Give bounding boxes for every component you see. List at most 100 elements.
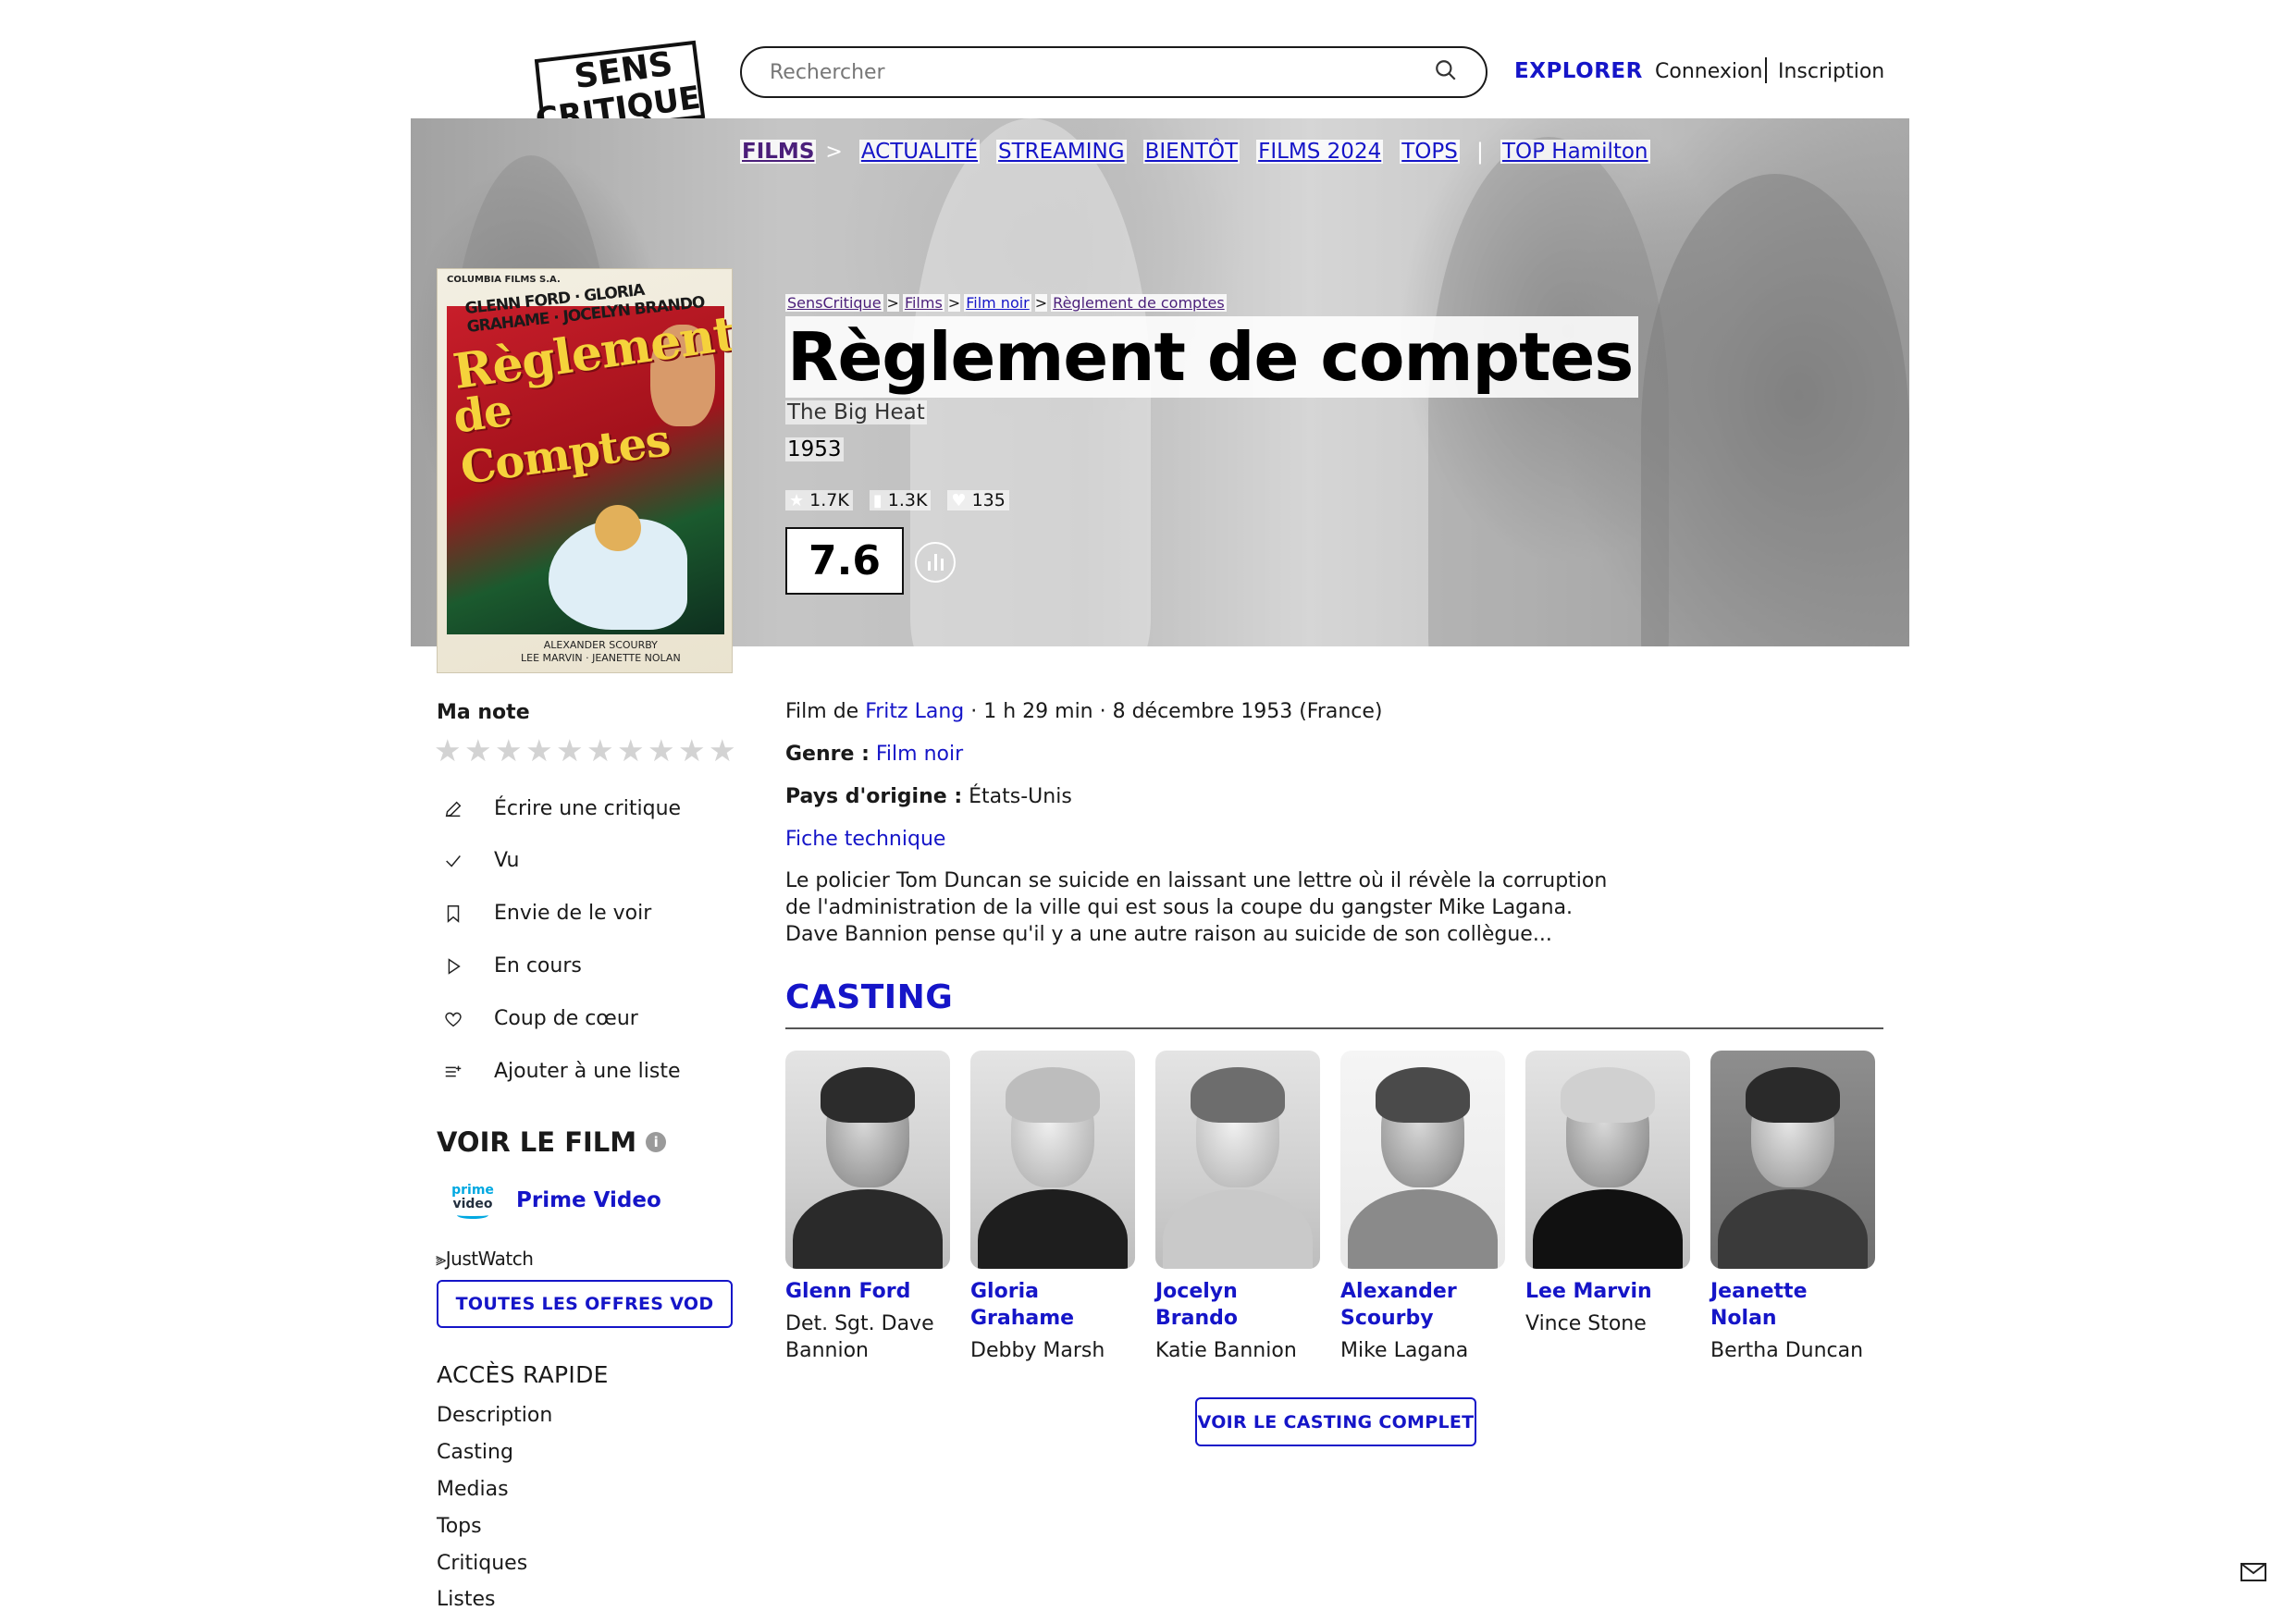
breadcrumb-current[interactable]: Règlement de comptes bbox=[1051, 294, 1227, 312]
quick-link-tops[interactable]: Tops bbox=[437, 1515, 482, 1538]
cast-card[interactable]: Lee Marvin Vince Stone bbox=[1525, 1051, 1692, 1337]
login-link[interactable]: Connexion bbox=[1655, 60, 1762, 83]
subnav-tops[interactable]: TOPS bbox=[1400, 140, 1460, 164]
cast-name[interactable]: Lee Marvin bbox=[1525, 1278, 1692, 1305]
sub-navigation: FILMS > ACTUALITÉ STREAMING BIENTÔT FILM… bbox=[740, 139, 1650, 165]
cast-name[interactable]: Alexander Scourby bbox=[1340, 1278, 1507, 1332]
wishlist-count: ▮ 1.3K bbox=[869, 490, 932, 510]
action-want-to-see[interactable]: Envie de le voir bbox=[442, 902, 651, 925]
quick-link-casting[interactable]: Casting bbox=[437, 1441, 513, 1464]
subnav-bientot[interactable]: BIENTÔT bbox=[1142, 140, 1241, 164]
justwatch-logo[interactable]: ⫸JustWatch bbox=[436, 1248, 534, 1270]
cast-photo[interactable] bbox=[1340, 1051, 1505, 1269]
breadcrumb-film-noir[interactable]: Film noir bbox=[964, 294, 1031, 312]
action-write-review[interactable]: Écrire une critique bbox=[442, 797, 681, 820]
director-link[interactable]: Fritz Lang bbox=[865, 700, 964, 723]
action-in-progress[interactable]: En cours bbox=[442, 954, 582, 977]
subnav-streaming[interactable]: STREAMING bbox=[996, 140, 1127, 164]
rating-star-icon[interactable]: ★ bbox=[648, 734, 675, 768]
star-icon: ★ bbox=[789, 490, 805, 510]
cast-name[interactable]: Jeanette Nolan bbox=[1710, 1278, 1877, 1332]
search-icon[interactable] bbox=[1434, 58, 1458, 86]
breadcrumb-separator: > bbox=[947, 294, 961, 312]
watch-section-title: VOIR LE FILM i bbox=[437, 1126, 667, 1158]
casting-title: CASTING bbox=[785, 978, 954, 1016]
search-bar[interactable] bbox=[740, 46, 1487, 98]
search-input[interactable] bbox=[770, 60, 1434, 84]
quick-link-listes[interactable]: Listes bbox=[437, 1588, 495, 1611]
cast-card[interactable]: Glenn Ford Det. Sgt. Dave Bannion bbox=[785, 1051, 952, 1364]
rating-stars[interactable]: ★ ★ ★ ★ ★ ★ ★ ★ ★ ★ bbox=[434, 734, 736, 768]
list-add-icon bbox=[442, 1061, 464, 1083]
quick-link-critiques[interactable]: Critiques bbox=[437, 1552, 527, 1575]
cast-photo[interactable] bbox=[970, 1051, 1135, 1269]
movie-poster[interactable]: COLUMBIA FILMS S.A. GLENN FORD · GLORIA … bbox=[437, 268, 733, 673]
subnav-top-hamilton[interactable]: TOP Hamilton bbox=[1500, 140, 1650, 164]
rating-star-icon[interactable]: ★ bbox=[464, 734, 492, 768]
action-add-to-list[interactable]: Ajouter à une liste bbox=[442, 1060, 681, 1083]
explore-link[interactable]: EXPLORER bbox=[1514, 59, 1643, 83]
cast-photo[interactable] bbox=[785, 1051, 950, 1269]
cast-name[interactable]: Jocelyn Brando bbox=[1155, 1278, 1322, 1332]
rating-star-icon[interactable]: ★ bbox=[556, 734, 584, 768]
cast-photo[interactable] bbox=[1710, 1051, 1875, 1269]
breadcrumb: SensCritique > Films > Film noir > Règle… bbox=[785, 294, 1227, 312]
film-credits-line: Film de Fritz Lang · 1 h 29 min · 8 déce… bbox=[785, 700, 1383, 723]
quick-link-medias[interactable]: Medias bbox=[437, 1478, 509, 1501]
subnav-actualite[interactable]: ACTUALITÉ bbox=[858, 140, 981, 164]
rating-star-icon[interactable]: ★ bbox=[678, 734, 706, 768]
bookmark-icon: ▮ bbox=[872, 490, 883, 510]
cast-card[interactable]: Jocelyn Brando Katie Bannion bbox=[1155, 1051, 1322, 1364]
poster-credits: ALEXANDER SCOURBY LEE MARVIN · JEANETTE … bbox=[521, 639, 681, 664]
rating-star-icon[interactable]: ★ bbox=[525, 734, 553, 768]
cast-role: Katie Bannion bbox=[1155, 1339, 1297, 1362]
page-title: Règlement de comptes bbox=[787, 318, 1634, 396]
cast-name[interactable]: Glenn Ford bbox=[785, 1278, 952, 1305]
prime-video-logo[interactable]: prime video bbox=[448, 1180, 498, 1223]
genre-link[interactable]: Film noir bbox=[876, 743, 963, 766]
action-favorite[interactable]: Coup de cœur bbox=[442, 1007, 638, 1030]
quick-link-description[interactable]: Description bbox=[437, 1404, 552, 1427]
play-icon bbox=[442, 955, 464, 977]
action-seen[interactable]: Vu bbox=[442, 849, 520, 872]
provider-prime-video[interactable]: Prime Video bbox=[516, 1188, 661, 1212]
cast-name[interactable]: Gloria Grahame bbox=[970, 1278, 1137, 1332]
signup-link[interactable]: Inscription bbox=[1778, 60, 1884, 83]
pencil-icon bbox=[442, 798, 464, 820]
cast-card[interactable]: Gloria Grahame Debby Marsh bbox=[970, 1051, 1137, 1364]
info-icon[interactable]: i bbox=[646, 1132, 667, 1152]
technical-sheet-link[interactable]: Fiche technique bbox=[785, 828, 945, 851]
original-title: The Big Heat bbox=[785, 400, 927, 424]
movie-stats: ★ 1.7K ▮ 1.3K ♥ 135 bbox=[785, 490, 1009, 510]
rating-star-icon[interactable]: ★ bbox=[617, 734, 645, 768]
rating-distribution-icon[interactable] bbox=[915, 542, 956, 583]
rating-star-icon[interactable]: ★ bbox=[495, 734, 523, 768]
rating-star-icon[interactable]: ★ bbox=[586, 734, 614, 768]
full-casting-button[interactable]: VOIR LE CASTING COMPLET bbox=[1195, 1397, 1476, 1446]
cast-role: Vince Stone bbox=[1525, 1312, 1647, 1335]
heart-icon: ♥ bbox=[951, 490, 967, 510]
heart-icon bbox=[442, 1008, 464, 1030]
poster-studio: COLUMBIA FILMS S.A. bbox=[447, 275, 561, 285]
mail-icon[interactable] bbox=[2240, 1563, 2266, 1581]
subnav-films-2024[interactable]: FILMS 2024 bbox=[1256, 140, 1384, 164]
subnav-films[interactable]: FILMS bbox=[740, 140, 817, 164]
cast-card[interactable]: Alexander Scourby Mike Lagana bbox=[1340, 1051, 1507, 1364]
check-icon bbox=[442, 850, 464, 872]
genre-line: Genre : Film noir bbox=[785, 743, 964, 766]
rating-star-icon[interactable]: ★ bbox=[709, 734, 736, 768]
cast-role: Mike Lagana bbox=[1340, 1339, 1469, 1362]
average-score: 7.6 bbox=[785, 527, 904, 595]
synopsis: Le policier Tom Duncan se suicide en lai… bbox=[785, 869, 1608, 946]
all-vod-offers-button[interactable]: TOUTES LES OFFRES VOD bbox=[437, 1280, 733, 1328]
cast-photo[interactable] bbox=[1155, 1051, 1320, 1269]
breadcrumb-films[interactable]: Films bbox=[902, 294, 944, 312]
cast-role: Bertha Duncan bbox=[1710, 1339, 1864, 1362]
cast-card[interactable]: Jeanette Nolan Bertha Duncan bbox=[1710, 1051, 1877, 1364]
breadcrumb-senscritique[interactable]: SensCritique bbox=[785, 294, 883, 312]
quick-access-title: ACCÈS RAPIDE bbox=[437, 1361, 609, 1388]
rating-star-icon[interactable]: ★ bbox=[434, 734, 462, 768]
nav-divider bbox=[1765, 57, 1767, 83]
cast-role: Debby Marsh bbox=[970, 1339, 1105, 1362]
cast-photo[interactable] bbox=[1525, 1051, 1690, 1269]
